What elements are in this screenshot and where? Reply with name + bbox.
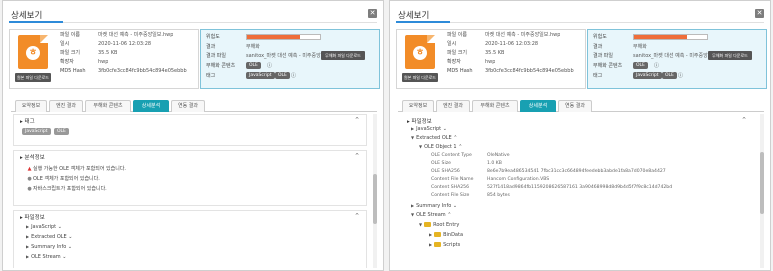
result-info-box: 위험도 결과 무해화 결과 파일 sanitox_마켓 대선 예측 - 미주중앙..… [587, 29, 767, 89]
info-icon: ● [27, 186, 32, 192]
file-info-box: ㅎ 원본 파일 다운로드 파일 이름 마켓 대선 예측 - 미주중앙일보.hwp … [396, 29, 586, 89]
file-info-section: ▸ 파일정보 ⌃ ▶ JavaScript ⌄ ▼ Extracted OLE ⌃ … [400, 114, 754, 268]
download-original-button[interactable]: 원본 파일 다운로드 [402, 73, 438, 82]
risk-bar [633, 34, 708, 40]
scrollbar[interactable] [760, 114, 764, 268]
header-accent [9, 21, 63, 23]
chevron-up-icon[interactable]: ⌃ [741, 116, 747, 124]
tab-bar: 요약정보 엔진 결과 무해화 콘텐츠 상세분석 연동 결과 [398, 100, 764, 112]
tab-integration[interactable]: 연동 결과 [558, 100, 592, 112]
tree-node[interactable]: ▶ Extracted OLE ⌄ [26, 233, 73, 241]
header-divider [9, 22, 377, 23]
scrollbar[interactable] [373, 114, 377, 268]
download-sanitized-button[interactable]: 무해화 파일 다운로드 [321, 51, 365, 60]
section-title: ▸ 태그 [20, 119, 35, 125]
chevron-up-icon[interactable]: ⌃ [354, 116, 360, 124]
tree-node[interactable]: ▼ Root Entry [419, 221, 459, 229]
window-title: 상세보기 [11, 11, 43, 21]
detail-window-left: 상세보기 ✕ ㅎ 원본 파일 다운로드 파일 이름 마켓 대선 예측 - 미주중앙… [2, 0, 384, 271]
warning-icon: ▲ [27, 166, 32, 172]
tags-section: ▸ 태그 ⌃ JavaScript OLE [13, 114, 367, 146]
window-title: 상세보기 [398, 11, 430, 21]
tree-node[interactable]: ▶ BinData [429, 231, 463, 239]
tree-node[interactable]: ▼ Extracted OLE ⌃ [411, 134, 458, 142]
tab-bar: 요약정보 엔진 결과 무해화 콘텐츠 상세분석 연동 결과 [11, 100, 377, 112]
tag-chip: OLE [54, 128, 69, 135]
tag-chip: JavaScript [22, 128, 51, 135]
tree-node[interactable]: ▶ JavaScript ⌄ [26, 223, 62, 231]
tab-sanitized[interactable]: 무해화 콘텐츠 [472, 100, 518, 112]
download-sanitized-button[interactable]: 무해화 파일 다운로드 [708, 51, 752, 60]
info-icon: ● [27, 176, 32, 182]
tree-node[interactable]: ▶ Scripts [429, 241, 460, 249]
folder-icon [434, 232, 442, 237]
tab-engine[interactable]: 엔진 결과 [436, 100, 470, 112]
tree-node[interactable]: ▶ Summary Info ⌄ [26, 243, 72, 251]
folder-icon [424, 222, 432, 227]
chevron-up-icon[interactable]: ⌃ [354, 152, 360, 160]
detail-window-right: 상세보기 ✕ ㅎ 원본 파일 다운로드 파일 이름 마켓 대선 예측 - 미주중앙… [389, 0, 771, 271]
tab-integration[interactable]: 연동 결과 [171, 100, 205, 112]
tab-engine[interactable]: 엔진 결과 [49, 100, 83, 112]
tab-summary[interactable]: 요약정보 [15, 100, 47, 112]
file-info-box: ㅎ 원본 파일 다운로드 파일 이름 마켓 대선 예측 - 미주중앙일보.hwp … [9, 29, 199, 89]
tree-node[interactable]: ▼ OLE Stream ⌃ [411, 211, 451, 219]
hwp-file-icon: ㅎ [405, 35, 435, 69]
risk-bar [246, 34, 321, 40]
detail-content: ▸ 파일정보 ⌃ ▶ JavaScript ⌄ ▼ Extracted OLE ⌃ … [398, 114, 762, 268]
analysis-section: ▸ 분석정보 ⌃ ▲ 실행 가능한 OLE 객체가 포함되어 있습니다. ●OLE… [13, 150, 367, 206]
folder-icon [434, 242, 442, 247]
tab-detail[interactable]: 상세분석 [520, 100, 556, 112]
download-original-button[interactable]: 원본 파일 다운로드 [15, 73, 51, 82]
chevron-up-icon[interactable]: ⌃ [354, 212, 360, 220]
tree-node[interactable]: ▼ OLE Object 1 ⌃ [419, 143, 462, 151]
hwp-file-icon: ㅎ [18, 35, 48, 69]
detail-content: ▸ 태그 ⌃ JavaScript OLE ▸ 분석정보 ⌃ ▲ 실행 가능한 O… [11, 114, 375, 268]
tree-node[interactable]: ▶ OLE Stream ⌄ [26, 253, 66, 261]
close-icon[interactable]: ✕ [368, 9, 377, 18]
tab-summary[interactable]: 요약정보 [402, 100, 434, 112]
result-info-box: 위험도 결과 무해화 결과 파일 sanitox_마켓 대선 예측 - 미주중앙..… [200, 29, 380, 89]
close-icon[interactable]: ✕ [755, 9, 764, 18]
tab-sanitized[interactable]: 무해화 콘텐츠 [85, 100, 131, 112]
tree-node[interactable]: ▶ JavaScript ⌄ [411, 125, 447, 133]
tab-detail[interactable]: 상세분석 [133, 100, 169, 112]
file-info-section: ▸ 파일정보 ⌃ ▶ JavaScript ⌄ ▶ Extracted OLE ⌄ … [13, 210, 367, 268]
tree-node[interactable]: ▶ Summary Info ⌄ [411, 202, 457, 210]
